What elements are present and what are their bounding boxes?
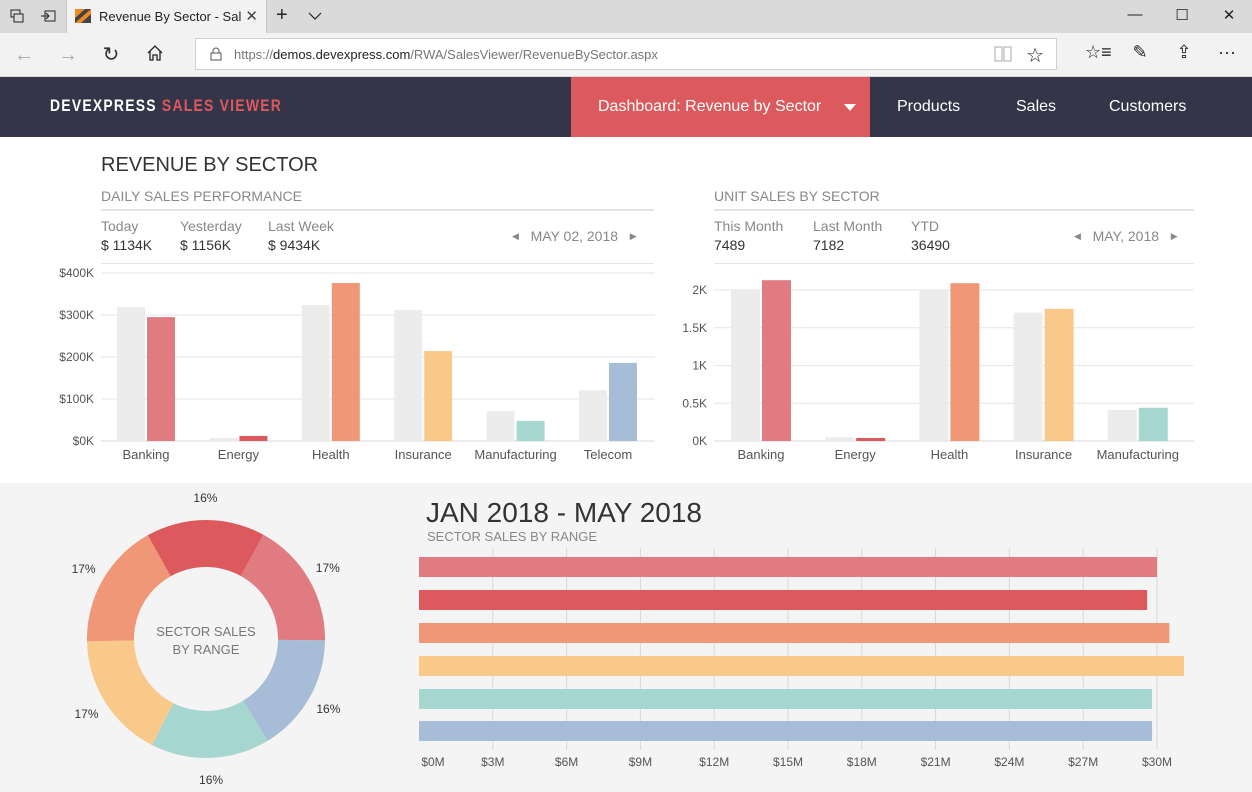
y-tick-label: $200K bbox=[59, 350, 94, 364]
x-tick-label: $21M bbox=[921, 755, 951, 769]
donut-center-label: BY RANGE bbox=[173, 642, 240, 657]
x-tick-label: Health bbox=[312, 447, 350, 462]
bar-current-banking bbox=[147, 317, 175, 441]
bar-previous-energy bbox=[825, 437, 855, 441]
y-tick-label: 2K bbox=[692, 283, 707, 297]
x-tick-label: $9M bbox=[629, 755, 652, 769]
bar-previous-health bbox=[301, 304, 330, 441]
x-tick-label: $18M bbox=[847, 755, 877, 769]
y-tick-label: $0K bbox=[73, 434, 94, 448]
x-tick-label: Manufacturing bbox=[474, 447, 556, 462]
donut-slice-label: 17% bbox=[74, 707, 98, 721]
y-tick-label: 0K bbox=[692, 434, 707, 448]
x-tick-label: Banking bbox=[123, 447, 170, 462]
x-tick-label: $27M bbox=[1068, 755, 1098, 769]
x-tick-label: Energy bbox=[835, 447, 877, 462]
x-tick-label: Insurance bbox=[1015, 447, 1072, 462]
x-tick-label: $24M bbox=[994, 755, 1024, 769]
bar-current-telecom bbox=[609, 362, 637, 441]
bar-current-energy bbox=[856, 437, 886, 441]
donut-slice-label: 16% bbox=[193, 491, 217, 505]
bar-current-manufacturing bbox=[516, 420, 545, 441]
bar-previous-health bbox=[919, 290, 949, 441]
sector-share-donut-chart: 17% 16% 16% 17% 17% 16% SECTOR SALES BY RANGE bbox=[72, 491, 341, 787]
y-tick-label: 1.5K bbox=[682, 321, 707, 335]
range-bar bbox=[419, 721, 1153, 741]
bar-current-energy bbox=[239, 435, 268, 441]
bar-previous-manufacturing bbox=[486, 411, 515, 441]
donut-slice-label: 16% bbox=[316, 702, 340, 716]
sector-range-bar-chart: $0M $3M $6M $9M $12M $15M $18M $21M $24M $27M $30M bbox=[419, 548, 1185, 769]
y-tick-label: 0.5K bbox=[682, 396, 707, 410]
x-tick-label: $12M bbox=[699, 755, 729, 769]
x-tick-label: $15M bbox=[773, 755, 803, 769]
range-bar bbox=[419, 557, 1157, 577]
range-bar bbox=[419, 590, 1148, 610]
bar-previous-energy bbox=[209, 438, 238, 441]
x-tick-label: Health bbox=[931, 447, 969, 462]
unit-sales-chart: 0K 0.5K 1K 1.5K 2K Banking Energy Health Insuran… bbox=[682, 280, 1194, 462]
bar-current-manufacturing bbox=[1138, 407, 1168, 441]
bar-previous-telecom bbox=[579, 390, 607, 441]
bar-previous-insurance bbox=[394, 309, 423, 441]
range-bar bbox=[419, 689, 1153, 709]
y-tick-label: 1K bbox=[692, 359, 707, 373]
range-bar bbox=[419, 656, 1185, 676]
donut-slice-label: 17% bbox=[316, 561, 340, 575]
bar-current-health bbox=[331, 283, 360, 441]
x-tick-label: Energy bbox=[218, 447, 260, 462]
donut-slice-label: 17% bbox=[72, 562, 96, 576]
x-tick-label: $0M bbox=[421, 755, 444, 769]
x-tick-label: $30M bbox=[1142, 755, 1172, 769]
x-tick-label: Telecom bbox=[584, 447, 632, 462]
donut-slice-label: 16% bbox=[199, 773, 223, 787]
bar-previous-manufacturing bbox=[1107, 410, 1137, 441]
y-tick-label: $100K bbox=[59, 392, 94, 406]
x-tick-label: Manufacturing bbox=[1097, 447, 1179, 462]
range-bar bbox=[419, 623, 1170, 643]
x-tick-label: Insurance bbox=[395, 447, 452, 462]
bar-previous-insurance bbox=[1013, 312, 1043, 441]
y-tick-label: $300K bbox=[59, 308, 94, 322]
bar-current-health bbox=[950, 283, 980, 441]
daily-revenue-chart: $0K $100K $200K $300K $400K Banking Energy Heal… bbox=[59, 266, 655, 462]
x-tick-label: $3M bbox=[481, 755, 504, 769]
y-tick-label: $400K bbox=[59, 266, 94, 280]
bar-previous-banking bbox=[117, 307, 145, 441]
donut-center-label: SECTOR SALES bbox=[156, 624, 256, 639]
bar-current-banking bbox=[762, 280, 791, 441]
x-tick-label: $6M bbox=[555, 755, 578, 769]
charts-layer: $0K $100K $200K $300K $400K Banking Energy Heal… bbox=[59, 266, 1194, 787]
bar-previous-banking bbox=[731, 289, 760, 441]
bar-current-insurance bbox=[1044, 308, 1074, 441]
bar-current-insurance bbox=[424, 351, 453, 441]
x-tick-label: Banking bbox=[738, 447, 785, 462]
